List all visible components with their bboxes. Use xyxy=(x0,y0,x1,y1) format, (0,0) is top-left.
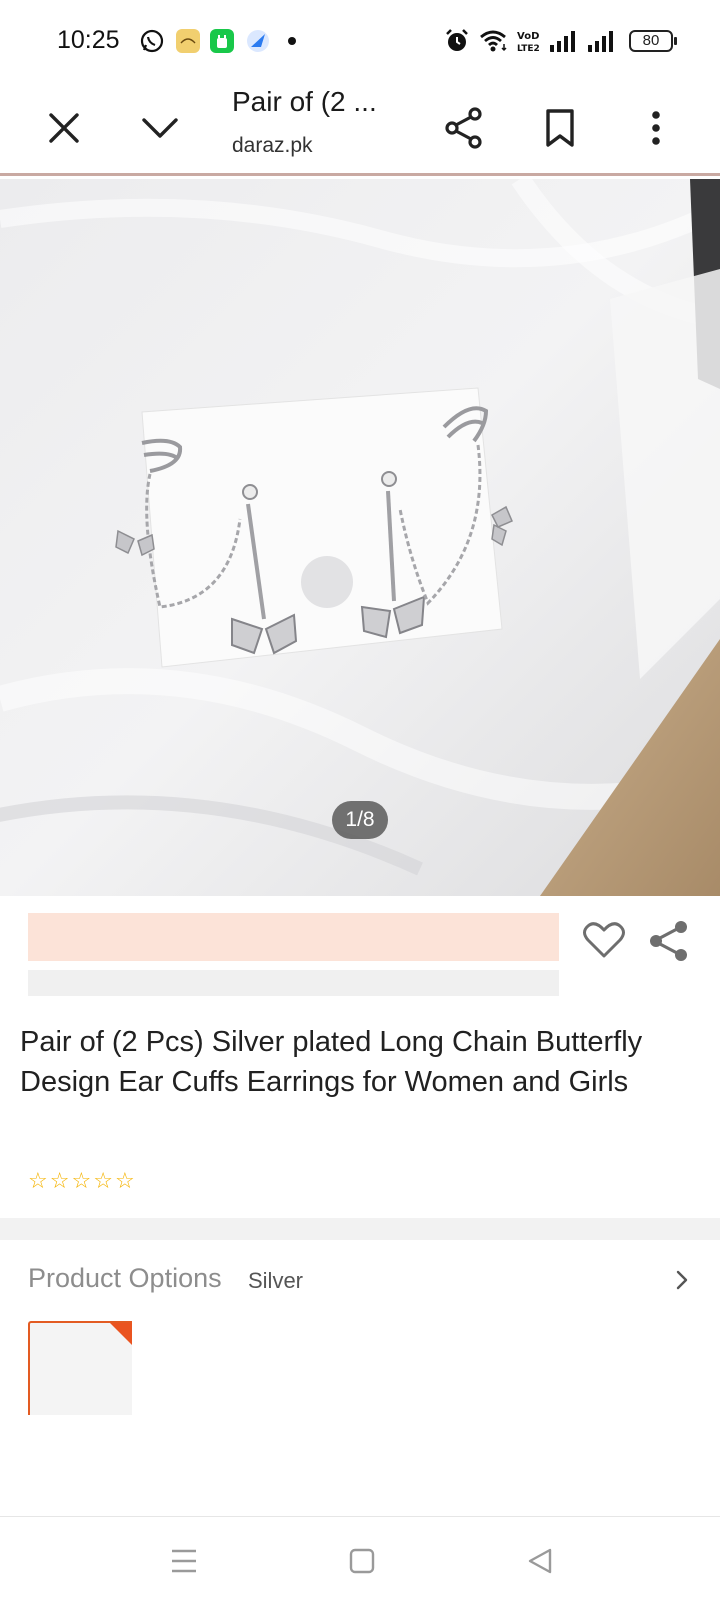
rating-stars: ☆ ☆ ☆ ☆ ☆ xyxy=(28,1170,135,1192)
close-icon xyxy=(49,113,79,143)
star-empty-icon: ☆ xyxy=(28,1168,48,1193)
app-icon xyxy=(176,29,200,53)
more-options-button[interactable] xyxy=(628,100,684,156)
star-empty-icon: ☆ xyxy=(49,1168,70,1193)
star-empty-icon: ☆ xyxy=(93,1168,113,1193)
whatsapp-icon xyxy=(140,29,164,53)
close-button[interactable] xyxy=(36,100,92,156)
chevron-down-icon xyxy=(142,118,178,138)
section-divider xyxy=(0,1218,720,1240)
product-image-gallery[interactable]: 1/8 xyxy=(0,179,720,896)
status-bar: 10:25 VoD LTE2 80 xyxy=(0,0,720,80)
app-icon-green xyxy=(210,29,234,53)
product-title: Pair of (2 Pcs) Silver plated Long Chain… xyxy=(20,1026,643,1098)
star-empty-icon: ☆ xyxy=(71,1168,92,1193)
wifi-icon xyxy=(480,30,507,52)
share-icon xyxy=(445,107,482,149)
product-image xyxy=(0,179,720,896)
home-button[interactable] xyxy=(338,1537,386,1585)
alarm-icon xyxy=(446,29,468,51)
bookmark-icon xyxy=(546,109,574,147)
recent-apps-button[interactable] xyxy=(160,1537,208,1585)
home-square-icon xyxy=(349,1548,375,1574)
option-thumbnail-selected[interactable] xyxy=(28,1321,132,1415)
bookmark-button[interactable] xyxy=(532,100,588,156)
browser-icon xyxy=(247,30,269,52)
price-placeholder xyxy=(28,913,559,961)
back-button[interactable] xyxy=(516,1537,564,1585)
menu-lines-icon xyxy=(172,1549,196,1573)
svg-text:VoD: VoD xyxy=(517,31,539,42)
page-title: Pair of (2 ... xyxy=(232,86,377,117)
back-triangle-icon xyxy=(528,1548,552,1574)
subprice-placeholder xyxy=(28,970,559,996)
minimize-button[interactable] xyxy=(132,100,188,156)
page-url: daraz.pk xyxy=(232,134,313,157)
signal-icon xyxy=(588,31,613,52)
more-vert-icon xyxy=(652,111,660,145)
product-options-label[interactable]: Product Options xyxy=(28,1263,222,1294)
battery-indicator: 80 xyxy=(629,30,677,52)
browser-toolbar: Pair of (2 ... daraz.pk xyxy=(0,80,720,176)
product-share-icon[interactable] xyxy=(647,919,691,963)
chevron-right-icon[interactable] xyxy=(670,1268,694,1292)
star-empty-icon: ☆ xyxy=(114,1168,135,1193)
signal-icon xyxy=(550,31,575,52)
wishlist-heart-icon[interactable] xyxy=(582,920,626,960)
gallery-counter: 1/8 xyxy=(332,801,388,839)
volte-icon: VoD LTE2 xyxy=(517,31,540,54)
product-options-value[interactable]: Silver xyxy=(248,1268,303,1294)
system-navigation-bar xyxy=(0,1516,720,1604)
status-time: 10:25 xyxy=(57,26,120,54)
selected-corner-icon xyxy=(110,1323,132,1345)
share-button[interactable] xyxy=(436,100,492,156)
notification-dot xyxy=(288,37,296,45)
svg-text:LTE2: LTE2 xyxy=(517,44,540,54)
